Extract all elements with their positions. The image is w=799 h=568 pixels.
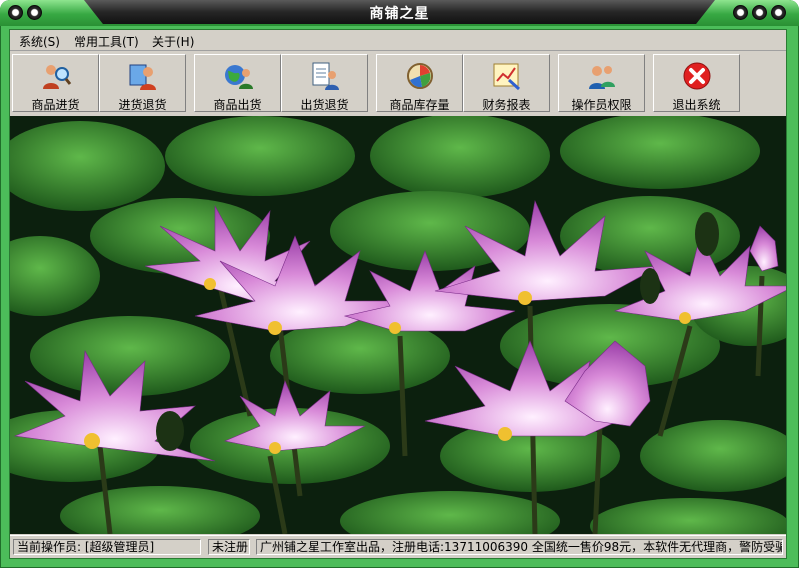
financial-report-label: 财务报表: [482, 98, 531, 112]
users-search-icon: [42, 65, 71, 89]
sales-return-label: 出货退货: [300, 98, 349, 112]
menu-system[interactable]: 系统(S): [19, 33, 60, 50]
return-goods-icon: [129, 64, 156, 90]
purchase-return-button[interactable]: 进货退货: [99, 54, 186, 112]
title-bar[interactable]: 商铺之星: [0, 0, 799, 26]
purchase-goods-label: 商品进货: [31, 98, 80, 112]
current-operator-pane: 当前操作员: [超级管理员]: [13, 539, 201, 555]
operators-icon: [588, 66, 615, 89]
sell-goods-label: 商品出货: [213, 98, 262, 112]
menu-tools[interactable]: 常用工具(T): [74, 33, 139, 50]
roll-up-icon[interactable]: [27, 5, 42, 20]
sales-return-button[interactable]: 出货退货: [281, 54, 368, 112]
lotus-background-image: [10, 116, 786, 534]
purchase-goods-button[interactable]: 商品进货: [12, 54, 99, 112]
exit-icon: [683, 62, 710, 90]
vendor-notice-pane: 广州铺之星工作室出品，注册电话:13711006390 全国统一售价98元，本软…: [256, 539, 783, 555]
lotus-photo: [10, 116, 786, 534]
inventory-label: 商品库存量: [389, 98, 450, 112]
globe-user-icon: [224, 65, 253, 89]
operator-permissions-button[interactable]: 操作员权限: [558, 54, 645, 112]
sell-goods-button[interactable]: 商品出货: [194, 54, 281, 112]
financial-report-button[interactable]: 财务报表: [463, 54, 550, 112]
system-menu-icon[interactable]: [8, 5, 23, 20]
window-title: 商铺之星: [369, 6, 430, 22]
exit-system-label: 退出系统: [672, 98, 721, 112]
document-user-icon: [312, 62, 339, 90]
menu-about[interactable]: 关于(H): [152, 33, 194, 50]
report-chart-icon: [493, 63, 520, 91]
close-icon[interactable]: [771, 5, 786, 20]
app-window: 商铺之星 系统(S) 常用工具(T) 关于(H) 商品进货 进货退货 商品出货 …: [0, 0, 799, 568]
inventory-button[interactable]: 商品库存量: [376, 54, 463, 112]
exit-system-button[interactable]: 退出系统: [653, 54, 740, 112]
status-bar: 当前操作员: [超级管理员] 未注册 广州铺之星工作室出品，注册电话:13711…: [10, 535, 786, 558]
menu-bar: 系统(S) 常用工具(T) 关于(H): [10, 30, 786, 51]
registration-status-pane: 未注册: [208, 539, 250, 555]
client-area: 系统(S) 常用工具(T) 关于(H) 商品进货 进货退货 商品出货 出货退货 …: [9, 29, 787, 559]
minimize-icon[interactable]: [733, 5, 748, 20]
compass-chart-icon: [406, 63, 433, 89]
toolbar: 商品进货 进货退货 商品出货 出货退货 商品库存量 财务报表 操作员权限 退出系…: [10, 52, 786, 116]
purchase-return-label: 进货退货: [118, 98, 167, 112]
operator-permissions-label: 操作员权限: [571, 98, 632, 112]
maximize-icon[interactable]: [752, 5, 767, 20]
